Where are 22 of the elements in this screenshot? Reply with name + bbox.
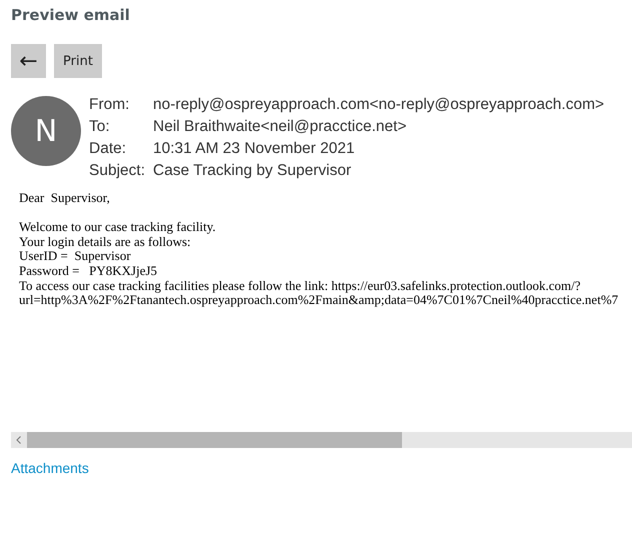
sender-avatar: N <box>11 96 81 166</box>
header-value: no-reply@ospreyapproach.com<no-reply@ospreyapproach.com> <box>153 95 604 115</box>
email-body-line: url=http%3A%2F%2Ftanantech.ospreyapproach.com%2Fmain&amp;data=04%7C01%7Cneil%40pracctice.net%7 <box>19 293 620 308</box>
header-label: Date: <box>89 139 128 159</box>
header-value: Case Tracking by Supervisor <box>153 161 352 181</box>
email-body-line: Dear Supervisor, <box>19 191 111 206</box>
email-body-line: UserID = Supervisor <box>19 249 132 264</box>
horizontal-scrollbar[interactable] <box>11 432 632 448</box>
header-label: Subject: <box>89 161 146 181</box>
attachments-link[interactable]: Attachments <box>11 460 89 476</box>
print-button[interactable]: Print <box>54 44 102 78</box>
back-button[interactable]: ← <box>11 44 46 78</box>
header-label: From: <box>89 95 130 115</box>
header-value: 10:31 AM 23 November 2021 <box>153 139 356 159</box>
scrollbar-thumb[interactable] <box>27 432 402 448</box>
page-title: Preview email <box>11 6 131 26</box>
header-value: Neil Braithwaite<neil@pracctice.net> <box>153 117 408 137</box>
email-body-line: To access our case tracking facilities please follow the link: https://eur03.safelinks.protection.outlook.com/? <box>19 278 582 294</box>
email-body-line: Welcome to our case tracking facility. <box>19 220 217 235</box>
header-label: To: <box>89 117 111 137</box>
email-body-line: Password = PY8KXJjeJ5 <box>19 264 158 279</box>
email-body-line: Your login details are as follows: <box>19 234 191 250</box>
